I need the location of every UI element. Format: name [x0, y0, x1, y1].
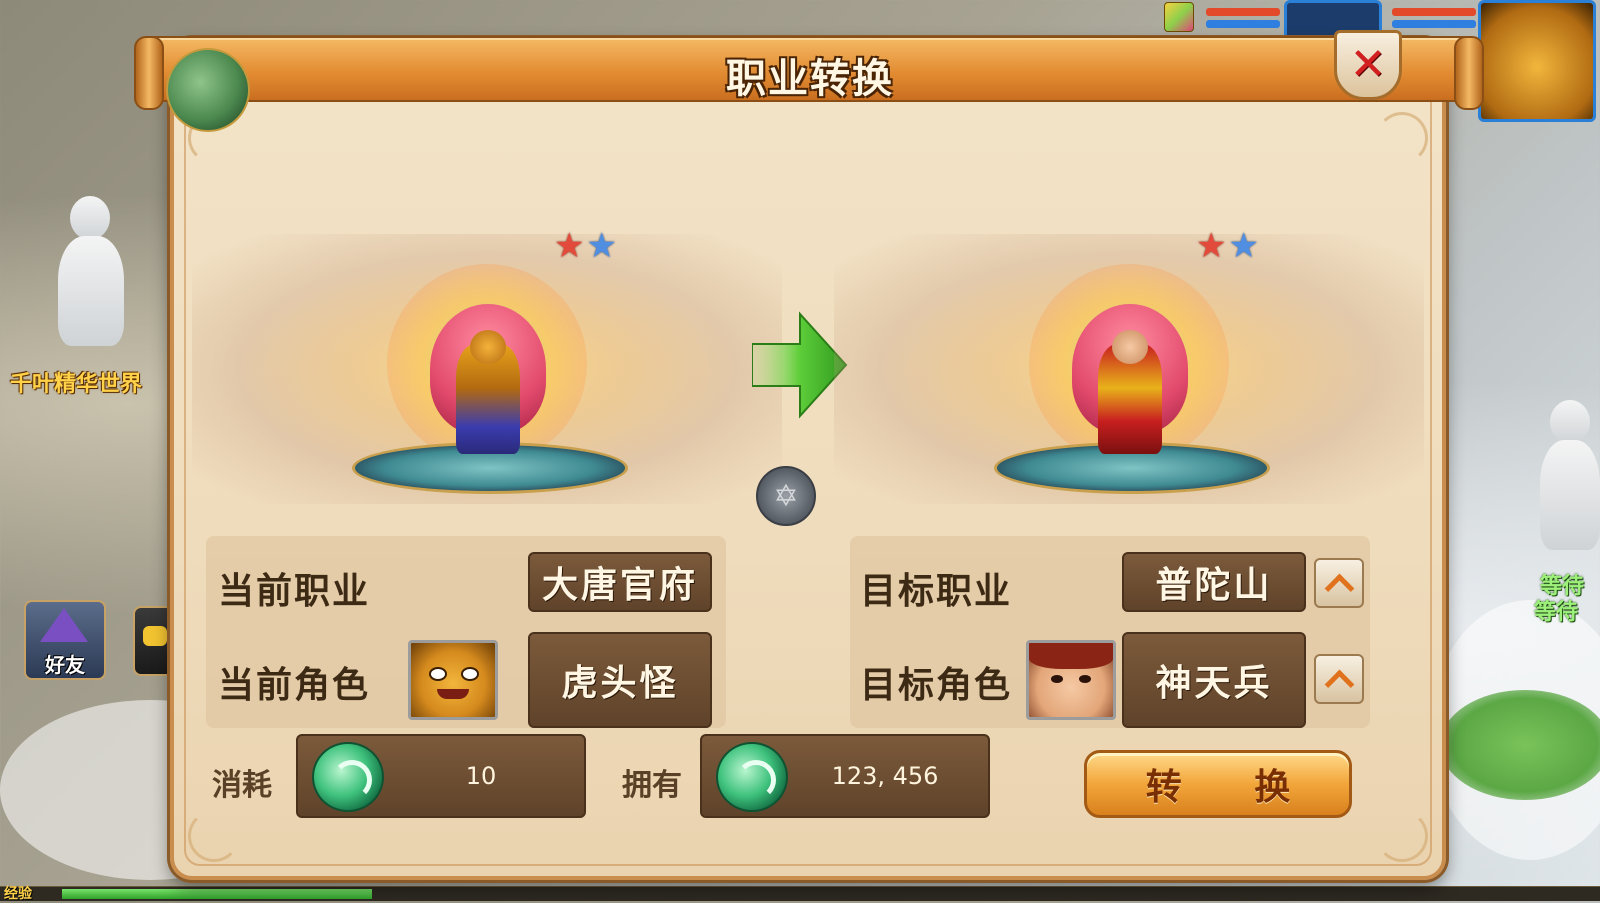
current-role-label: 当前角色: [218, 665, 371, 706]
current-info-panel: 当前职业 大唐官府 当前角色 虎头怪: [206, 536, 726, 728]
target-role-value[interactable]: 神天兵: [1122, 632, 1306, 728]
hexagram-icon: ✡: [756, 466, 816, 526]
own-label: 拥有: [622, 768, 682, 803]
target-star-rating: ★★: [1196, 226, 1261, 266]
jade-coin-icon: [716, 742, 788, 812]
star-icon: ★: [586, 226, 619, 266]
exp-bar: 经验: [0, 886, 1600, 902]
target-class-value[interactable]: 普陀山: [1122, 552, 1306, 612]
npc-left-name: 千叶精华世界: [10, 372, 143, 397]
current-class-value: 大唐官府: [528, 552, 712, 612]
gift-icon[interactable]: [1164, 2, 1194, 32]
exp-label: 经验: [4, 886, 32, 902]
exp-fill: [62, 889, 372, 899]
target-info-panel: 目标职业 普陀山 目标角色 神天兵: [850, 536, 1370, 728]
friends-button[interactable]: 好友: [24, 600, 106, 680]
chevron-up-icon: [1324, 669, 1354, 699]
wizard-hat-icon: [40, 608, 88, 642]
close-icon: ✕: [1349, 39, 1387, 90]
cost-value: 10: [465, 762, 497, 790]
npc-right-name-2: 等待: [1534, 600, 1579, 625]
target-class-select-button[interactable]: [1314, 558, 1364, 608]
player-mp-bar: [1392, 20, 1476, 28]
target-role-label: 目标角色: [860, 665, 1013, 706]
current-role-portrait: [408, 640, 498, 720]
corner-ornament: [1376, 810, 1428, 862]
cost-display: 10: [296, 734, 586, 818]
player-avatar[interactable]: [1478, 0, 1596, 122]
pet-hp-bar: [1206, 8, 1280, 16]
corner-ornament: [1376, 112, 1428, 164]
npc-right[interactable]: [1540, 400, 1600, 560]
current-role-value: 虎头怪: [528, 632, 712, 728]
player-hp-bar: [1392, 8, 1476, 16]
chat-bubble-icon: [143, 626, 167, 646]
pet-mp-bar: [1206, 20, 1280, 28]
target-character-sprite: [1072, 304, 1188, 464]
chevron-up-icon: [1324, 573, 1354, 603]
dragon-emblem-icon: [166, 48, 250, 132]
friends-label: 好友: [45, 653, 85, 677]
class-change-dialog: 职业转换 ✕ ★★ ★★ ✡ 当前职业 大唐官府 当前角色 虎头怪 目标职业 普…: [134, 30, 1484, 880]
jade-coin-icon: [312, 742, 384, 812]
title-scroll-end-right: [1454, 36, 1484, 110]
current-star-rating: ★★: [554, 226, 619, 266]
convert-button[interactable]: 转 换: [1084, 750, 1352, 818]
target-role-select-button[interactable]: [1314, 654, 1364, 704]
own-value: 123, 456: [831, 762, 939, 790]
owned-display: 123, 456: [700, 734, 990, 818]
target-class-label: 目标职业: [860, 571, 1013, 612]
npc-left[interactable]: [40, 196, 140, 356]
star-icon: ★: [1228, 226, 1261, 266]
target-role-portrait: [1026, 640, 1116, 720]
pond: [1440, 690, 1600, 800]
cost-label: 消耗: [212, 768, 272, 803]
corner-ornament: [188, 810, 240, 862]
current-class-label: 当前职业: [218, 571, 371, 612]
star-icon: ★: [554, 226, 587, 266]
convert-button-label: 转 换: [1145, 767, 1321, 808]
dialog-title: 职业转换: [726, 56, 894, 102]
current-character-stage: ★★: [192, 226, 782, 504]
target-character-stage: ★★: [834, 226, 1424, 504]
star-icon: ★: [1196, 226, 1229, 266]
current-character-sprite: [430, 304, 546, 464]
close-button[interactable]: ✕: [1334, 30, 1402, 100]
title-scroll-end-left: [134, 36, 164, 110]
title-bar: 职业转换: [144, 36, 1476, 102]
